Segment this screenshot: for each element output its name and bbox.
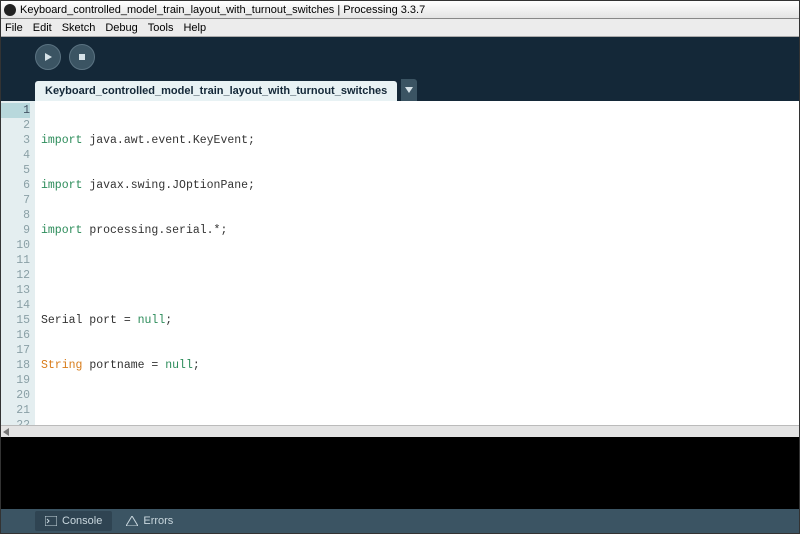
console-output xyxy=(1,437,799,509)
console-icon xyxy=(45,516,57,526)
scroll-left-arrow-icon[interactable] xyxy=(1,426,11,438)
menu-bar: File Edit Sketch Debug Tools Help xyxy=(1,19,799,37)
line-number: 6 xyxy=(1,178,30,193)
errors-tab[interactable]: Errors xyxy=(116,511,183,531)
warning-icon xyxy=(126,516,138,526)
line-number: 12 xyxy=(1,268,30,283)
sketch-tab[interactable]: Keyboard_controlled_model_train_layout_w… xyxy=(35,81,397,101)
chevron-down-icon xyxy=(405,87,413,93)
menu-file[interactable]: File xyxy=(5,22,23,34)
line-number: 11 xyxy=(1,253,30,268)
line-number: 13 xyxy=(1,283,30,298)
line-number: 14 xyxy=(1,298,30,313)
run-button[interactable] xyxy=(35,44,61,70)
line-number: 1 xyxy=(1,103,30,118)
line-number: 8 xyxy=(1,208,30,223)
bottom-tab-bar: Console Errors xyxy=(1,509,799,533)
line-number: 5 xyxy=(1,163,30,178)
line-number-gutter: 1234567891011121314151617181920212223242… xyxy=(1,101,35,425)
console-tab-label: Console xyxy=(62,515,102,527)
line-number: 16 xyxy=(1,328,30,343)
window-title: Keyboard_controlled_model_train_layout_w… xyxy=(20,4,425,16)
horizontal-scrollbar[interactable] xyxy=(1,425,799,437)
code-editor[interactable]: 1234567891011121314151617181920212223242… xyxy=(1,101,799,425)
menu-sketch[interactable]: Sketch xyxy=(62,22,96,34)
line-number: 21 xyxy=(1,403,30,418)
stop-button[interactable] xyxy=(69,44,95,70)
line-number: 4 xyxy=(1,148,30,163)
play-icon xyxy=(43,52,53,62)
line-number: 7 xyxy=(1,193,30,208)
line-number: 17 xyxy=(1,343,30,358)
menu-help[interactable]: Help xyxy=(183,22,206,34)
line-number: 2 xyxy=(1,118,30,133)
code-area[interactable]: import java.awt.event.KeyEvent; import j… xyxy=(35,101,799,425)
line-number: 19 xyxy=(1,373,30,388)
toolbar xyxy=(1,37,799,77)
line-number: 22 xyxy=(1,418,30,425)
menu-tools[interactable]: Tools xyxy=(148,22,174,34)
line-number: 20 xyxy=(1,388,30,403)
menu-debug[interactable]: Debug xyxy=(105,22,137,34)
line-number: 3 xyxy=(1,133,30,148)
window-titlebar: Keyboard_controlled_model_train_layout_w… xyxy=(1,1,799,19)
console-tab[interactable]: Console xyxy=(35,511,112,531)
line-number: 15 xyxy=(1,313,30,328)
processing-app-icon xyxy=(4,4,16,16)
menu-edit[interactable]: Edit xyxy=(33,22,52,34)
line-number: 10 xyxy=(1,238,30,253)
line-number: 9 xyxy=(1,223,30,238)
tab-bar: Keyboard_controlled_model_train_layout_w… xyxy=(1,77,799,101)
errors-tab-label: Errors xyxy=(143,515,173,527)
stop-icon xyxy=(77,52,87,62)
line-number: 18 xyxy=(1,358,30,373)
tab-dropdown-button[interactable] xyxy=(401,79,417,101)
